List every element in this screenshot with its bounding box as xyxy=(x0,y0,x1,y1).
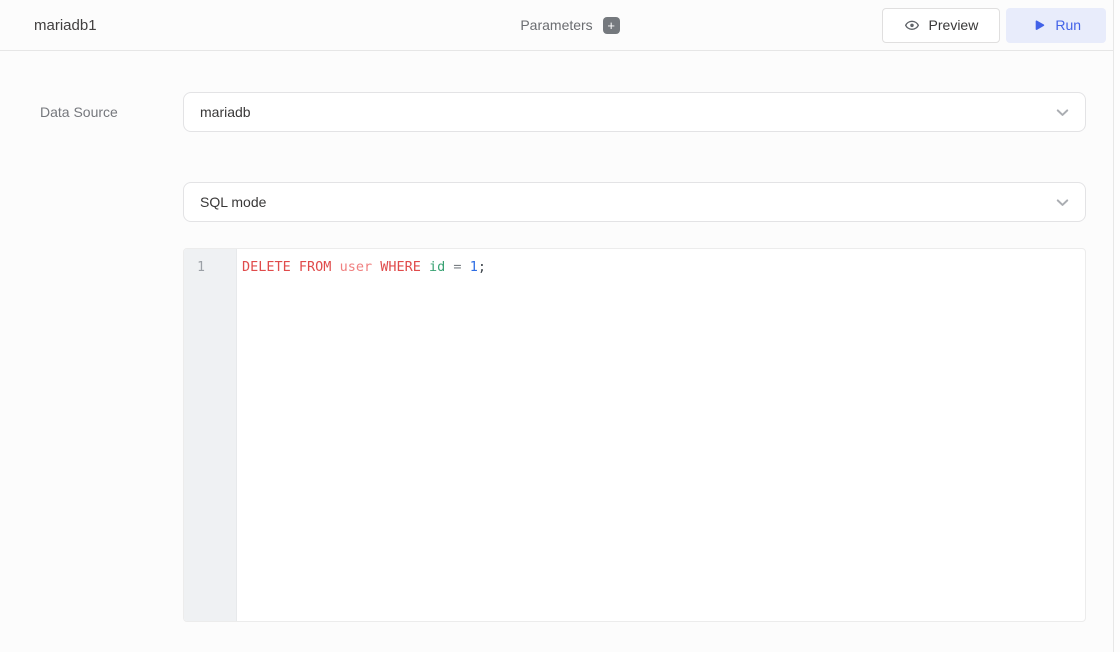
header-left: mariadb1 xyxy=(34,17,520,34)
chevron-down-icon xyxy=(1054,194,1071,211)
data-source-row: Data Source mariadb xyxy=(40,92,1086,132)
data-source-value: mariadb xyxy=(200,104,251,120)
plus-icon: + xyxy=(607,17,615,33)
sql-editor[interactable]: 1 DELETE FROM user WHERE id = 1; xyxy=(183,248,1086,622)
run-button[interactable]: Run xyxy=(1006,7,1107,43)
run-button-label: Run xyxy=(1055,17,1082,33)
parameters-label: Parameters xyxy=(520,17,593,33)
query-editor-pane: mariadb1 Parameters + Preview Run Data S… xyxy=(0,0,1120,652)
data-source-select[interactable]: mariadb xyxy=(183,92,1086,132)
chevron-down-icon xyxy=(1054,104,1071,121)
data-source-label: Data Source xyxy=(40,104,118,120)
mode-label-spacer xyxy=(40,182,183,222)
parameters-section: Parameters + xyxy=(520,16,620,34)
query-title[interactable]: mariadb1 xyxy=(34,17,97,34)
pane-divider xyxy=(1113,0,1120,652)
editor-gutter: 1 xyxy=(184,249,237,621)
line-number: 1 xyxy=(197,260,205,275)
header-actions: Preview Run xyxy=(620,7,1107,43)
eye-icon xyxy=(904,17,920,33)
editor-code-line[interactable]: DELETE FROM user WHERE id = 1; xyxy=(237,249,1085,621)
query-header: mariadb1 Parameters + Preview Run xyxy=(0,0,1120,51)
query-mode-value: SQL mode xyxy=(200,194,267,210)
query-mode-select[interactable]: SQL mode xyxy=(183,182,1086,222)
preview-button-label: Preview xyxy=(928,17,979,33)
play-icon xyxy=(1031,18,1046,33)
add-parameter-button[interactable]: + xyxy=(602,16,620,34)
preview-button[interactable]: Preview xyxy=(881,7,1001,43)
query-form: Data Source mariadb SQL mode 1 DELETE FR… xyxy=(0,51,1120,622)
editor-row: 1 DELETE FROM user WHERE id = 1; xyxy=(40,248,1086,622)
editor-label-spacer xyxy=(40,248,183,622)
mode-row: SQL mode xyxy=(40,182,1086,222)
